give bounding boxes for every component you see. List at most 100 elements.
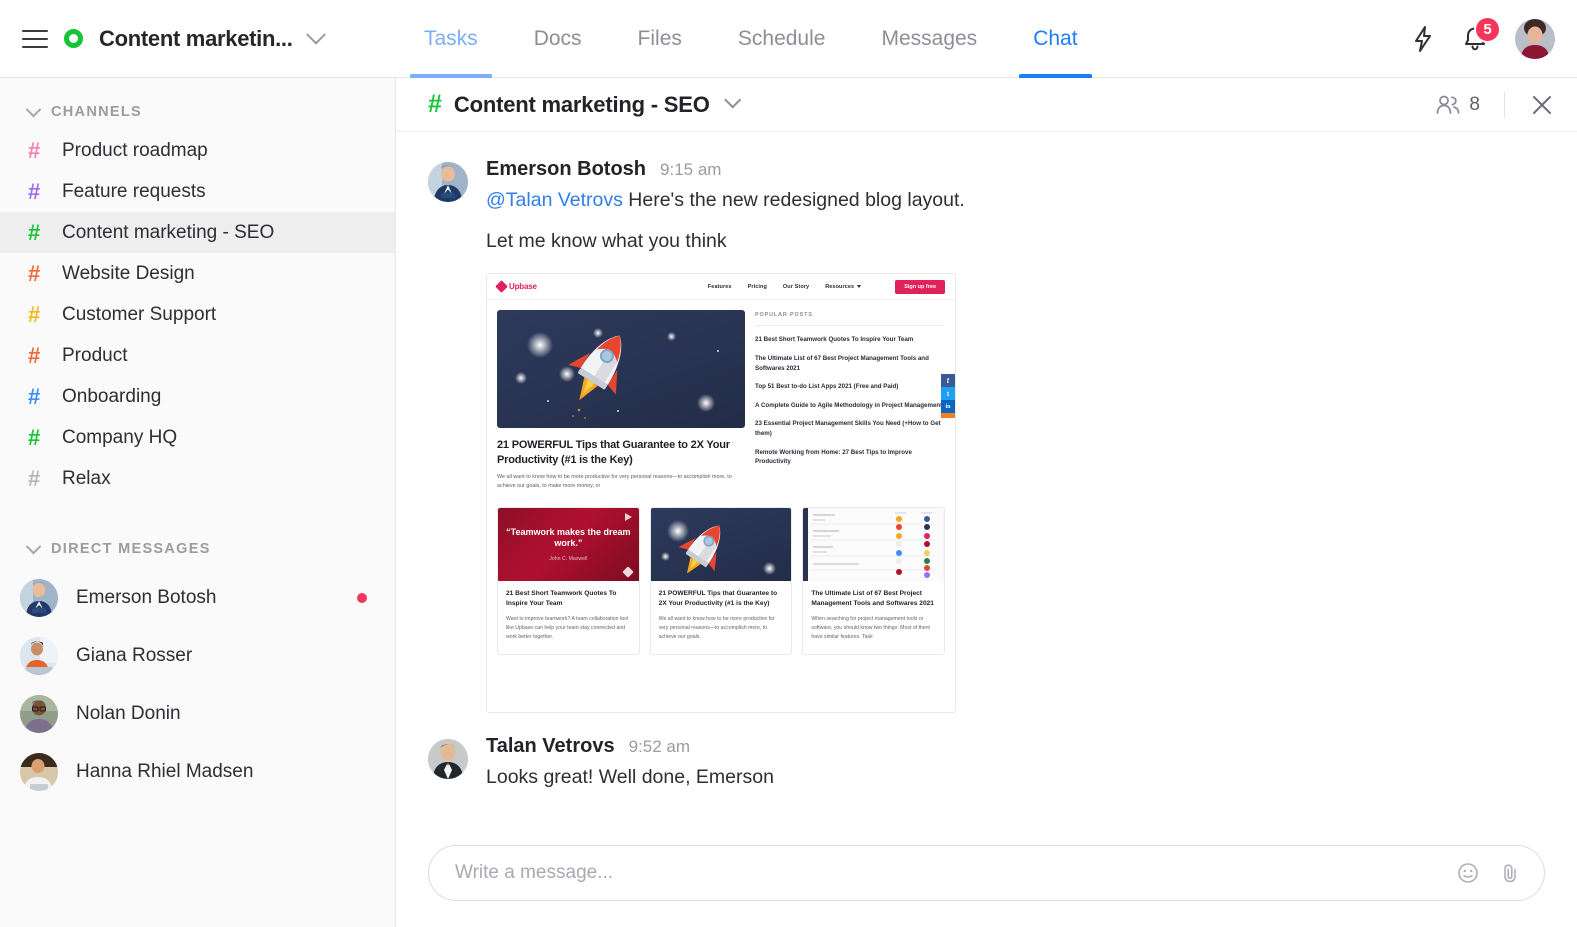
- sidebar-item-website-design[interactable]: # Website Design: [0, 253, 395, 294]
- social-share-bar: f t in: [941, 374, 955, 419]
- dm-label: Emerson Botosh: [76, 587, 217, 608]
- blog-main: 21 POWERFUL Tips that Guarantee to 2X Yo…: [487, 300, 955, 491]
- blog-card-title: The Ultimate List of 67 Best Project Man…: [811, 589, 934, 607]
- message-item: Talan Vetrovs 9:52 am Looks great! Well …: [428, 735, 1545, 792]
- sidebar-item-feature-requests[interactable]: # Feature requests: [0, 171, 395, 212]
- blog-card-title: 21 POWERFUL Tips that Guarantee to 2X Yo…: [658, 589, 778, 607]
- message-meta: Emerson Botosh 9:15 am: [486, 158, 965, 181]
- tab-chat[interactable]: Chat: [1005, 0, 1105, 78]
- dm-item-nolan-donin[interactable]: Nolan Donin: [0, 685, 395, 743]
- message-author: Talan Vetrovs: [486, 735, 615, 758]
- channel-label: Relax: [62, 467, 111, 489]
- popular-post-item[interactable]: A Complete Guide to Agile Methodology in…: [755, 401, 945, 411]
- sidebar-item-content-marketing-seo[interactable]: # Content marketing - SEO: [0, 212, 395, 253]
- message-time: 9:15 am: [660, 160, 722, 179]
- blog-navbar: Upbase Features Pricing Our Story Resour…: [487, 274, 955, 301]
- chevron-down-icon[interactable]: [305, 24, 326, 45]
- blog-logo: Upbase: [495, 280, 537, 294]
- blog-card[interactable]: 21 POWERFUL Tips that Guarantee to 2X Yo…: [649, 506, 793, 656]
- bell-icon[interactable]: 5: [1461, 15, 1501, 53]
- channel-label: Onboarding: [62, 385, 162, 407]
- popular-post-item[interactable]: Remote Working from Home: 27 Best Tips t…: [755, 448, 945, 467]
- channel-label: Content marketing - SEO: [62, 221, 275, 243]
- workspace-name: Content marketin...: [99, 25, 293, 51]
- channels-section-title: CHANNELS: [51, 104, 142, 120]
- popular-post-item[interactable]: 23 Essential Project Management Skills Y…: [755, 419, 945, 438]
- dm-list: Emerson Botosh Giana Rosser Nolan Donin …: [0, 569, 395, 801]
- blog-card[interactable]: STATUS OWNER The Ultimate List of 67 Bes…: [802, 506, 946, 656]
- blog-card[interactable]: “Teamwork makes the dream work.” John C.…: [497, 506, 640, 656]
- svg-text:STATUS: STATUS: [895, 511, 906, 515]
- dm-section-header[interactable]: DIRECT MESSAGES: [0, 535, 395, 563]
- channel-header-actions: 8: [1435, 91, 1555, 118]
- channel-list: # Product roadmap # Feature requests # C…: [0, 130, 395, 499]
- sidebar-item-company-hq[interactable]: # Company HQ: [0, 417, 395, 458]
- message-composer[interactable]: [428, 845, 1545, 901]
- emoji-icon[interactable]: [1456, 861, 1480, 885]
- dm-item-hanna-rhiel-madsen[interactable]: Hanna Rhiel Madsen: [0, 743, 395, 801]
- composer-area: [396, 835, 1577, 927]
- sidebar-item-product-roadmap[interactable]: # Product roadmap: [0, 130, 395, 171]
- close-icon[interactable]: [1529, 92, 1555, 118]
- tab-docs[interactable]: Docs: [506, 0, 610, 77]
- paperclip-icon[interactable]: [1498, 861, 1522, 885]
- linkedin-icon[interactable]: in: [941, 400, 955, 414]
- signup-button[interactable]: Sign up free: [895, 279, 945, 294]
- popular-post-item[interactable]: 21 Best Short Teamwork Quotes To Inspire…: [755, 335, 945, 345]
- channel-label: Feature requests: [62, 180, 206, 202]
- channel-label: Product roadmap: [62, 139, 208, 161]
- tab-tasks[interactable]: Tasks: [396, 0, 506, 78]
- blog-hero-title: 21 POWERFUL Tips that Guarantee to 2X Yo…: [497, 439, 730, 466]
- popular-posts-heading: POPULAR POSTS: [755, 312, 945, 327]
- tab-schedule[interactable]: Schedule: [710, 0, 854, 77]
- hash-icon: #: [28, 178, 41, 204]
- avatar: [20, 695, 58, 733]
- sidebar-item-customer-support[interactable]: # Customer Support: [0, 294, 395, 335]
- lightning-bolt-icon[interactable]: [1411, 25, 1435, 53]
- channels-section-header[interactable]: CHANNELS: [0, 98, 395, 126]
- diamond-icon: [622, 566, 634, 578]
- hash-icon: #: [28, 383, 41, 409]
- attachment-image[interactable]: Upbase Features Pricing Our Story Resour…: [486, 273, 956, 714]
- nav-link-pricing[interactable]: Pricing: [748, 284, 767, 290]
- message-author: Emerson Botosh: [486, 158, 647, 180]
- hamburger-icon[interactable]: [22, 26, 48, 52]
- top-bar-left: Content marketin...: [0, 0, 396, 77]
- channel-label: Product: [62, 344, 128, 366]
- tab-label: Docs: [533, 26, 582, 50]
- members-count: 8: [1469, 93, 1480, 115]
- popular-post-item[interactable]: Top 51 Best to-do List Apps 2021 (Free a…: [755, 382, 945, 392]
- blog-sidebar: POPULAR POSTS 21 Best Short Teamwork Quo…: [755, 310, 945, 491]
- message-item: Emerson Botosh 9:15 am @Talan Vetrovs He…: [428, 158, 1545, 714]
- top-bar-right: 5: [1411, 0, 1577, 77]
- message-text-rest: Here's the new redesigned blog layout.: [622, 189, 965, 211]
- twitter-icon[interactable]: t: [941, 387, 955, 401]
- message-body: Talan Vetrovs 9:52 am Looks great! Well …: [486, 735, 774, 792]
- nav-link-features[interactable]: Features: [708, 284, 732, 290]
- sidebar-item-product[interactable]: # Product: [0, 335, 395, 376]
- more-share-icon[interactable]: [941, 413, 955, 419]
- facebook-icon[interactable]: f: [941, 374, 955, 388]
- members-button[interactable]: 8: [1435, 94, 1480, 116]
- mention-link[interactable]: @Talan Vetrovs: [486, 189, 623, 211]
- sidebar: CHANNELS # Product roadmap # Feature req…: [0, 78, 396, 927]
- body: CHANNELS # Product roadmap # Feature req…: [0, 78, 1577, 927]
- nav-link-resources[interactable]: Resources: [825, 284, 862, 290]
- blog-card-excerpt: We all want to know how to be more produ…: [658, 615, 775, 640]
- message-text-second: Let me know what you think: [486, 230, 727, 253]
- message-input[interactable]: [455, 862, 1456, 884]
- chevron-down-icon[interactable]: [723, 91, 741, 109]
- nav-link-our-story[interactable]: Our Story: [783, 284, 809, 290]
- play-icon: [624, 512, 632, 521]
- avatar[interactable]: [1515, 18, 1555, 59]
- top-bar: Content marketin... Tasks Docs Files Sch…: [0, 0, 1577, 78]
- chevron-down-icon: [25, 101, 42, 117]
- tab-messages[interactable]: Messages: [853, 0, 1005, 77]
- dm-item-emerson-botosh[interactable]: Emerson Botosh: [0, 569, 395, 627]
- message-time: 9:52 am: [628, 737, 691, 757]
- sidebar-item-onboarding[interactable]: # Onboarding: [0, 376, 395, 417]
- tab-files[interactable]: Files: [610, 0, 710, 77]
- sidebar-item-relax[interactable]: # Relax: [0, 458, 395, 499]
- popular-post-item[interactable]: The Ultimate List of 67 Best Project Man…: [755, 354, 945, 373]
- dm-item-giana-rosser[interactable]: Giana Rosser: [0, 627, 395, 685]
